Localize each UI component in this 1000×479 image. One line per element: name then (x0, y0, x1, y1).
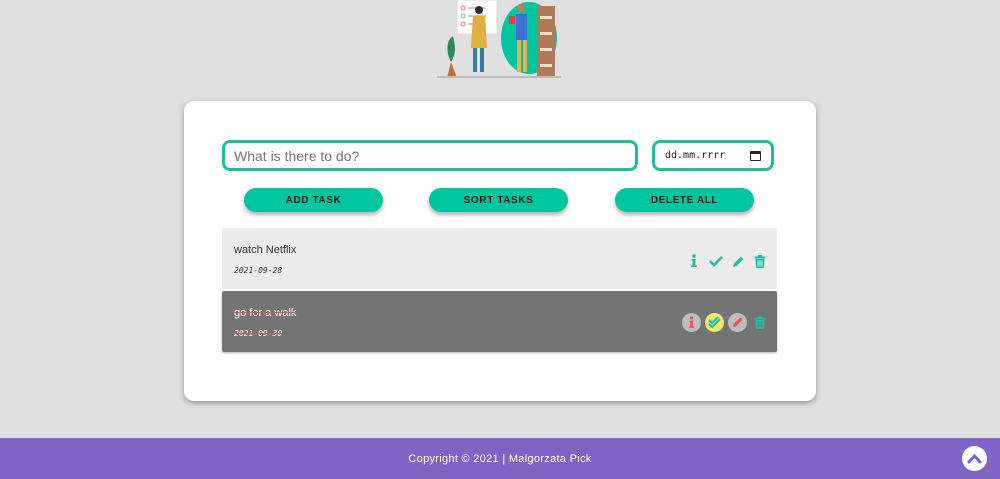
footer: Copyright © 2021 | Malgorzata Pick (0, 438, 1000, 479)
info-icon[interactable] (682, 312, 701, 332)
delete-all-button[interactable]: DELETE ALL (615, 188, 754, 212)
copyright-text: Copyright © 2021 | Malgorzata Pick (408, 452, 592, 465)
trash-icon[interactable] (751, 252, 769, 270)
todo-card: dd.mm.rrrr ADD TASK SORT TASKS DELETE AL… (184, 101, 816, 401)
date-placeholder: dd.mm.rrrr (665, 150, 726, 161)
task-actions (682, 312, 769, 332)
date-input[interactable]: dd.mm.rrrr (652, 140, 774, 171)
task-title: watch Netflix (234, 244, 297, 256)
pencil-icon[interactable] (728, 312, 747, 332)
scroll-to-top-button[interactable] (962, 446, 987, 471)
calendar-icon[interactable] (750, 150, 761, 161)
trash-icon[interactable] (751, 313, 769, 331)
task-item-completed: go for a walk 2021-09-30 (222, 291, 777, 352)
chevron-up-icon (967, 453, 982, 464)
double-check-icon[interactable] (705, 312, 724, 332)
task-date: 2021-09-30 (234, 329, 283, 338)
task-input[interactable] (222, 140, 638, 171)
check-icon[interactable] (707, 252, 725, 270)
pencil-icon[interactable] (729, 252, 747, 270)
add-task-button[interactable]: ADD TASK (244, 188, 383, 212)
hero-illustration (437, 0, 561, 78)
task-title: go for a walk (234, 307, 297, 319)
info-icon[interactable] (685, 252, 703, 270)
task-date: 2021-09-28 (234, 266, 283, 275)
sort-tasks-button[interactable]: SORT TASKS (429, 188, 568, 212)
task-item: watch Netflix 2021-09-28 (222, 228, 777, 289)
task-actions (685, 252, 769, 270)
